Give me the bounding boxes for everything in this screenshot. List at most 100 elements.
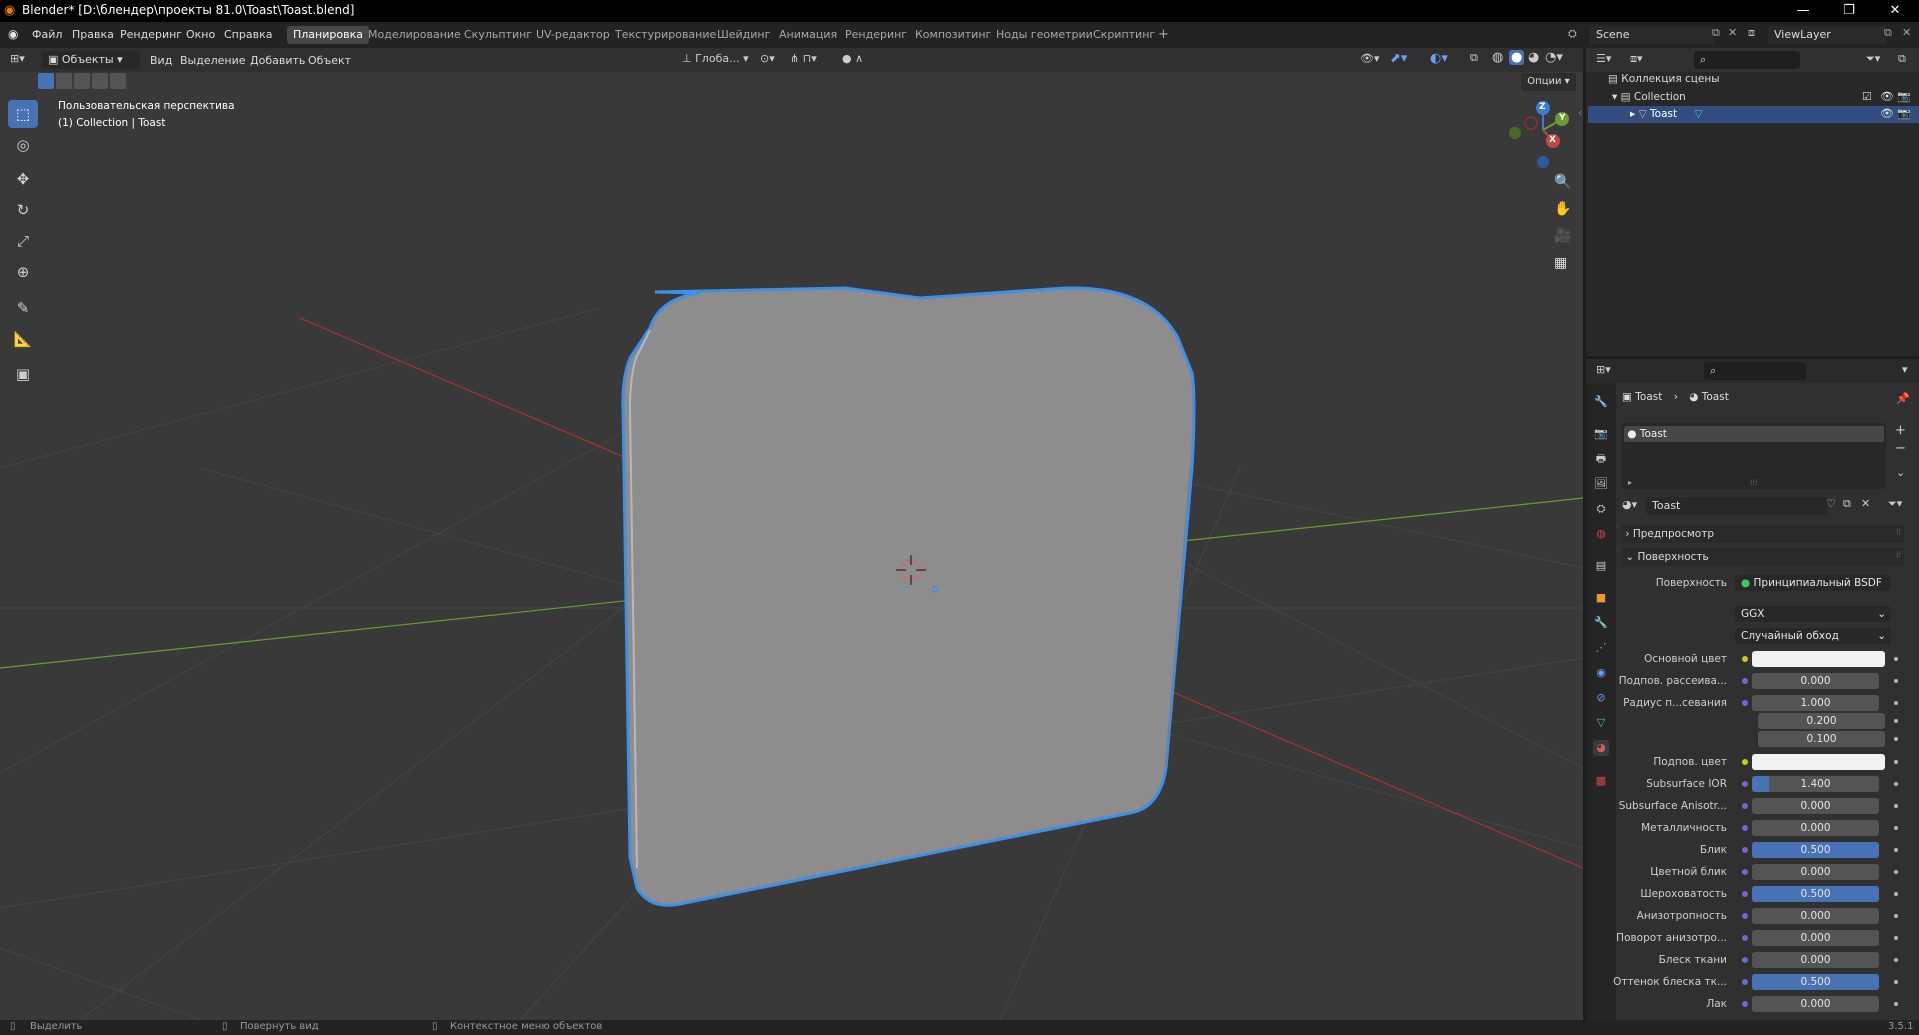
input-socket-icon[interactable] [1742, 656, 1748, 662]
tab-render-icon[interactable]: 📷 [1593, 426, 1609, 442]
input-socket-icon[interactable] [1742, 869, 1748, 875]
list-expand-icon[interactable]: ▸ [1628, 478, 1632, 487]
number-field[interactable]: 0.500 [1752, 842, 1879, 858]
input-socket-icon[interactable] [1742, 847, 1748, 853]
input-socket-icon[interactable] [1742, 1001, 1748, 1007]
tab-modifiers-icon[interactable]: 🔧 [1593, 615, 1609, 631]
input-socket-icon[interactable] [1742, 935, 1748, 941]
blender-menu-icon[interactable]: ◉ [8, 27, 18, 41]
object-camera-icon[interactable]: 📷 [1897, 107, 1911, 120]
select-new-icon[interactable] [38, 73, 54, 89]
measure-tool[interactable]: 📐 [8, 325, 38, 353]
number-field[interactable]: 1.400 [1752, 776, 1879, 792]
options-dropdown[interactable]: Опции ▾ [1521, 73, 1576, 91]
keyframe-dot-icon[interactable] [1894, 848, 1898, 852]
object-eye-icon[interactable]: 👁 [1880, 107, 1894, 120]
number-field[interactable]: 0.000 [1752, 798, 1879, 814]
filter-icon[interactable]: ⏷▾ [1866, 52, 1880, 66]
exclude-checkbox-icon[interactable]: ☑ [1862, 90, 1872, 103]
keyframe-dot-icon[interactable] [1894, 826, 1898, 830]
tab-shading[interactable]: Шейдинг [711, 26, 776, 44]
number-field[interactable]: 0.500 [1752, 886, 1879, 902]
overlay-toggle-icon[interactable]: ◐▾ [1430, 51, 1448, 66]
menu-view[interactable]: Вид [150, 54, 172, 67]
tab-scripting[interactable]: Скриптинг [1087, 26, 1161, 44]
eye-icon[interactable]: 👁 [1880, 90, 1894, 103]
zoom-icon[interactable]: 🔍 [1554, 174, 1571, 190]
mode-selector[interactable]: ▣ Объекты ▾ [42, 51, 140, 69]
number-field[interactable]: 0.000 [1752, 930, 1879, 946]
input-socket-icon[interactable] [1742, 700, 1748, 706]
outliner-editor-icon[interactable]: ☰▾ [1596, 52, 1611, 65]
input-socket-icon[interactable] [1742, 979, 1748, 985]
pivot-icon[interactable]: ⊙▾ [760, 52, 775, 65]
camera-icon[interactable]: 📷 [1897, 90, 1911, 103]
slot-specials-icon[interactable]: ⌄ [1896, 466, 1905, 479]
snap-icon[interactable]: ⋔ ⊓▾ [790, 52, 817, 65]
keyframe-dot-icon[interactable] [1894, 958, 1898, 962]
input-socket-icon[interactable] [1742, 891, 1748, 897]
input-socket-icon[interactable] [1742, 781, 1748, 787]
keyframe-dot-icon[interactable] [1894, 980, 1898, 984]
input-socket-icon[interactable] [1742, 825, 1748, 831]
panel-drag-handle[interactable]: ⁞⁞ [1896, 550, 1901, 559]
menu-object[interactable]: Объект [308, 54, 351, 67]
input-socket-icon[interactable] [1742, 803, 1748, 809]
number-field[interactable]: 1.000 [1752, 695, 1879, 711]
close-button[interactable]: ✕ [1872, 0, 1918, 22]
shading-rendered-icon[interactable]: ◔▾ [1545, 50, 1563, 65]
color-swatch[interactable] [1752, 651, 1885, 667]
select-intersect-icon[interactable] [110, 73, 126, 89]
minimize-button[interactable]: — [1780, 0, 1826, 22]
number-field[interactable]: 0.000 [1752, 952, 1879, 968]
keyframe-dot-icon[interactable] [1894, 782, 1898, 786]
view-layer-selector[interactable]: ViewLayer [1768, 26, 1886, 44]
proportional-edit-icon[interactable]: ● ∧ [842, 52, 863, 65]
tab-object-icon[interactable]: ■ [1593, 590, 1609, 606]
mesh-data-icon[interactable]: ▽ [1694, 108, 1702, 120]
number-field[interactable]: 0.100 [1758, 731, 1885, 747]
props-search-input[interactable]: ⌕ [1704, 362, 1806, 380]
restore-button[interactable]: ❐ [1826, 0, 1872, 22]
transform-tool[interactable]: ⊕ [8, 258, 38, 286]
new-collection-icon[interactable]: ⧉ [1898, 52, 1906, 66]
keyframe-dot-icon[interactable] [1894, 1002, 1898, 1006]
tab-uv-editing[interactable]: UV-редактор [530, 26, 616, 44]
keyframe-dot-icon[interactable] [1894, 760, 1898, 764]
new-view-layer-icon[interactable]: ⧉ [1884, 26, 1892, 40]
input-socket-icon[interactable] [1742, 957, 1748, 963]
outliner-object[interactable]: ▸ ▽ Toast ▽ [1630, 108, 1703, 120]
outliner-collapse-icon[interactable]: ‹ [1578, 106, 1582, 119]
pan-hand-icon[interactable]: ✋ [1554, 201, 1571, 217]
material-slot-row[interactable]: ● Toast [1624, 426, 1884, 442]
select-invert-icon[interactable] [92, 73, 108, 89]
keyframe-dot-icon[interactable] [1894, 679, 1898, 683]
tab-collection-icon[interactable]: ▤ [1593, 558, 1609, 574]
tab-animation[interactable]: Анимация [773, 26, 843, 44]
tab-output-icon[interactable]: 🖶 [1593, 451, 1609, 467]
add-workspace-button[interactable]: + [1152, 26, 1175, 44]
tab-view-layer-icon[interactable]: 🖼 [1593, 476, 1609, 492]
panel-preview-header[interactable]: › Предпросмотр [1622, 525, 1904, 543]
subsurface-method-dropdown[interactable]: Случайный обход ⌄ [1735, 628, 1891, 644]
3d-viewport[interactable]: Z Y X Пользовательская перспектива (1) C… [0, 48, 1583, 1020]
surface-shader-field[interactable]: ● Принципиальный BSDF [1735, 575, 1891, 591]
props-editor-icon[interactable]: ⊞▾ [1596, 363, 1611, 376]
editor-type-icon[interactable]: ⊞▾ [10, 52, 25, 65]
display-mode-icon[interactable]: ⧈▾ [1630, 52, 1643, 66]
menu-render[interactable]: Рендеринг [120, 28, 182, 41]
keyframe-dot-icon[interactable] [1894, 701, 1898, 705]
fake-user-icon[interactable]: ♡ [1826, 497, 1836, 510]
scale-tool[interactable]: ⤢ [8, 227, 38, 255]
select-box-tool[interactable]: ⬚ [8, 100, 38, 128]
outliner-row-collection[interactable]: ▾ ▤ Collection [1612, 91, 1686, 103]
keyframe-dot-icon[interactable] [1894, 737, 1898, 741]
node-link-icon[interactable]: ⏷▾ [1888, 497, 1902, 511]
tab-geometry-nodes[interactable]: Ноды геометрии [990, 26, 1099, 44]
delete-view-layer-icon[interactable]: ✕ [1902, 26, 1911, 39]
tab-tool-icon[interactable]: 🔧 [1593, 394, 1609, 410]
unlink-material-icon[interactable]: ✕ [1861, 497, 1870, 510]
gizmo-toggle-icon[interactable]: ⬈▾ [1390, 51, 1407, 66]
shading-material-icon[interactable]: ◕ [1528, 50, 1539, 65]
input-socket-icon[interactable] [1742, 759, 1748, 765]
